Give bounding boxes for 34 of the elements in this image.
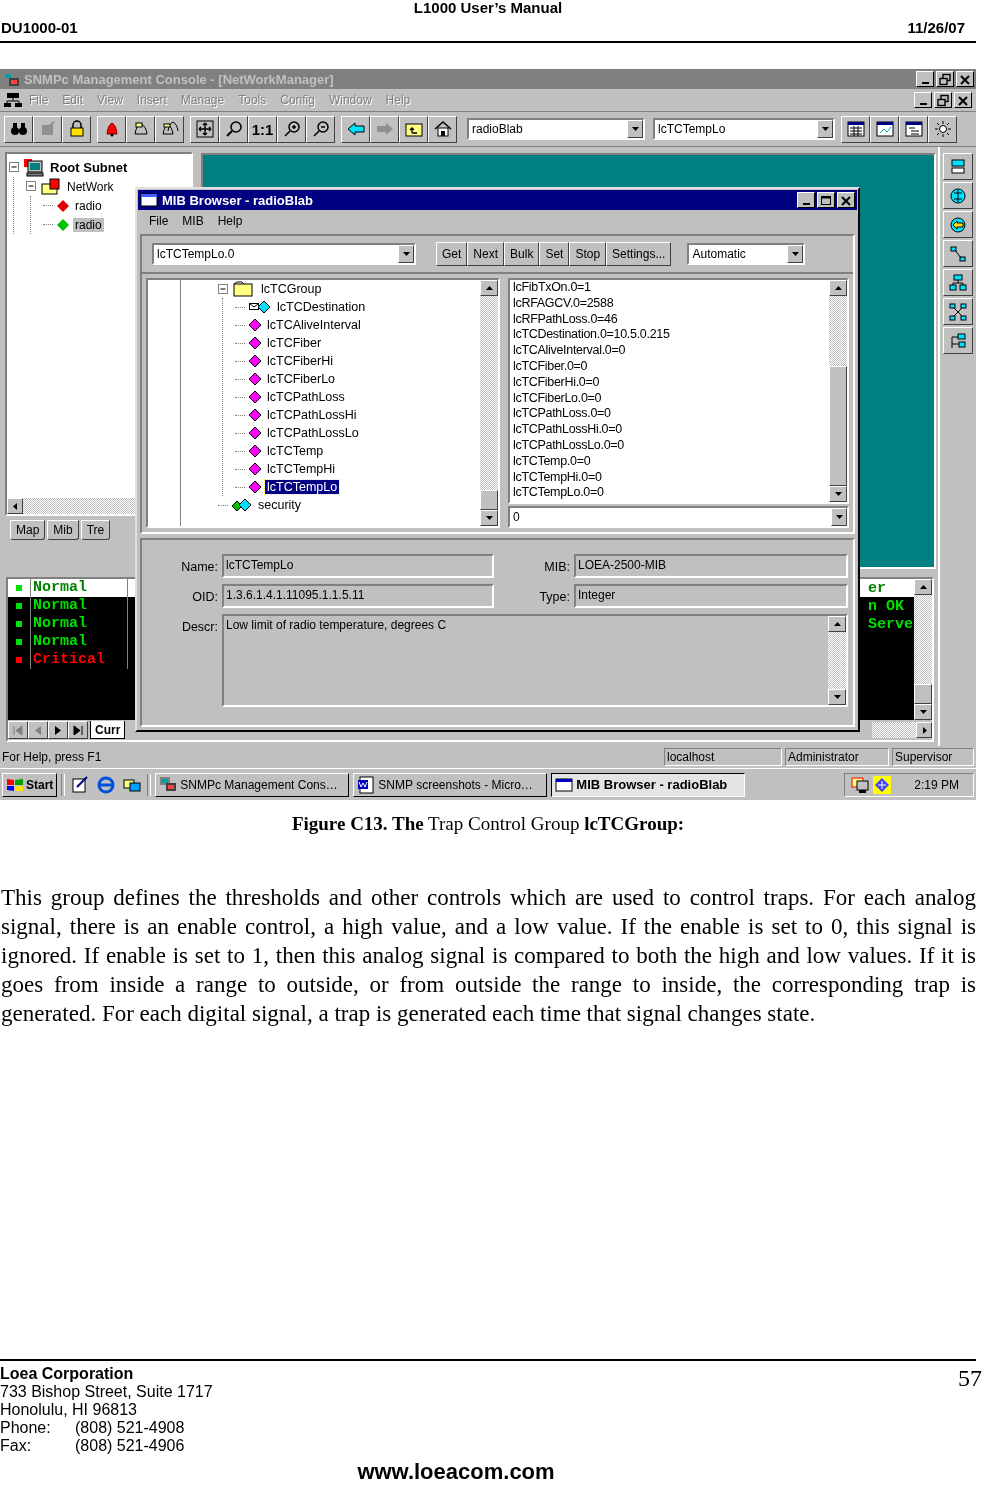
status-user: Administrator: [785, 748, 889, 766]
website: www.loeacom.com: [356, 1459, 556, 1485]
address-line: 733 Bishop Street, Suite 1717: [0, 1383, 213, 1401]
field-label: Name:: [180, 559, 218, 576]
document-title: L1000 User’s Manual: [412, 0, 564, 15]
phone-number: (808) 521-4908: [75, 1419, 185, 1437]
event-severity: Normal: [31, 579, 128, 597]
field-label: Descr:: [180, 619, 218, 636]
page-number: 57: [958, 1365, 982, 1393]
event-message: Serve: [868, 615, 914, 633]
event-message: er: [868, 579, 887, 597]
event-severity: Normal: [31, 633, 128, 651]
status-role: Supervisor: [892, 748, 974, 766]
field-label: OID:: [191, 589, 218, 606]
fax-number: (808) 521-4906: [75, 1437, 185, 1455]
status-text: For Help, press F1: [2, 750, 103, 764]
fax-label: Fax:: [0, 1437, 33, 1455]
status-host: localhost: [664, 748, 782, 766]
event-severity: Normal: [31, 615, 128, 633]
window-title: SNMPc Management Console - [NetWorkManager]: [24, 71, 335, 87]
field-label: MIB:: [543, 559, 570, 576]
clock: 2:19 PM: [914, 777, 959, 792]
company-name: Loea Corporation: [0, 1365, 135, 1383]
document-id: DU1000-01: [1, 18, 78, 38]
field-label: Type:: [538, 589, 570, 606]
event-message: n OK: [868, 597, 905, 615]
address-line: Honolulu, HI 96813: [0, 1401, 138, 1419]
window-title: MIB Browser - radioBlab: [162, 192, 314, 208]
phone-label: Phone:: [0, 1419, 52, 1437]
document-date: 11/26/07: [907, 18, 965, 38]
event-severity: Normal: [31, 597, 128, 615]
body-paragraph: This group defines the thresholds and other controls which are used to control traps. For each analog signal, there is an enable control, a high value, and a low value. If the enable is set to 0, this signal is ignored. If enable is set to 1, then this analog signal is compared to both the high and low values. If it is goes from inside a range to outside, or from outside the range to inside, the corresponding trap is generated. For each digital signal, a trap is generated each time that signal changes state.: [1, 884, 976, 1028]
figure-caption: Figure C13. The Trap Control Group lcTCGroup:: [290, 813, 686, 835]
event-severity: Critical: [31, 651, 128, 669]
